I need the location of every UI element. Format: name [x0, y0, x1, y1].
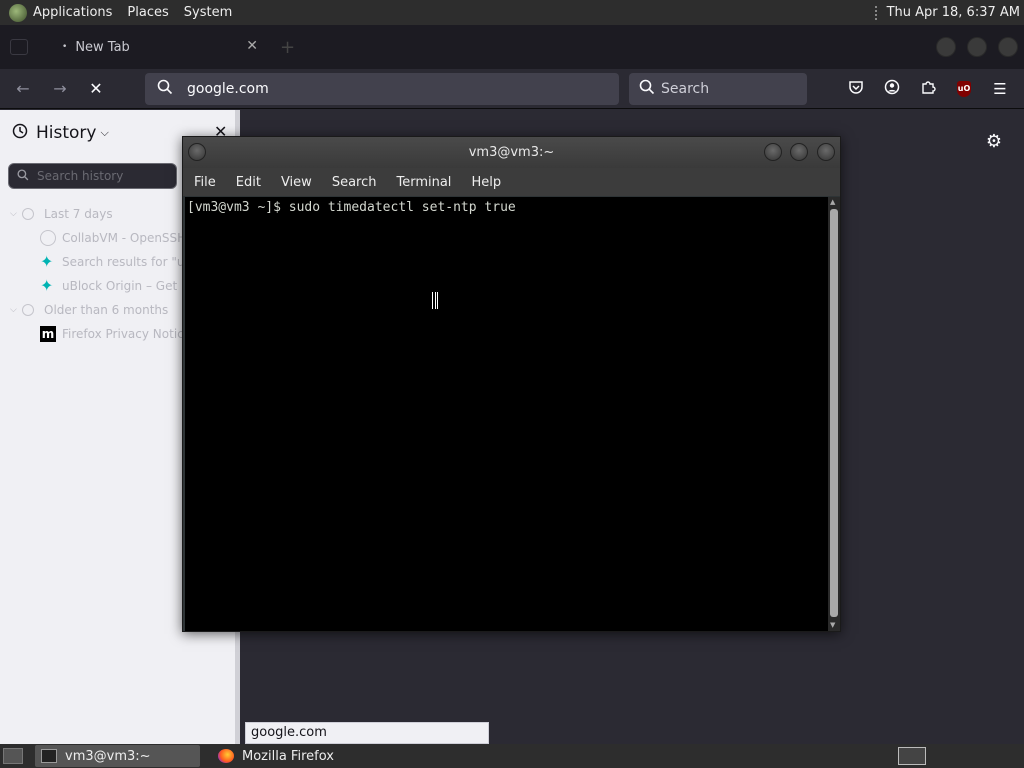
workspace-switcher[interactable]	[898, 747, 926, 765]
history-group-older-than-6-months[interactable]: ⌵ Older than 6 months	[0, 298, 200, 322]
terminal-title: vm3@vm3:~	[468, 145, 555, 160]
scrollbar-thumb[interactable]	[830, 209, 838, 617]
terminal-window: vm3@vm3:~ File Edit View Search Terminal…	[182, 136, 841, 632]
firefox-icon	[218, 749, 234, 763]
firefox-tab-bar: • New Tab ✕ +	[0, 25, 1024, 69]
tab-title: New Tab	[75, 39, 130, 55]
terminal-icon	[41, 749, 57, 763]
hamburger-menu-icon[interactable]: ☰	[990, 79, 1010, 99]
search-icon	[157, 79, 173, 99]
applications-menu[interactable]: Applications	[33, 5, 112, 20]
close-tab-icon[interactable]: ✕	[246, 38, 258, 54]
menu-help[interactable]: Help	[471, 175, 501, 190]
menu-view[interactable]: View	[281, 175, 312, 190]
list-all-tabs-icon[interactable]	[10, 39, 28, 55]
sidebar-title: History	[36, 123, 97, 143]
url-text[interactable]: google.com	[187, 81, 269, 97]
mozilla-m-icon: m	[40, 326, 56, 342]
scroll-up-icon[interactable]: ▲	[830, 198, 835, 206]
taskbar-item-label: vm3@vm3:~	[65, 748, 151, 764]
search-history-placeholder: Search history	[37, 169, 124, 183]
tab-loading-icon: •	[62, 42, 68, 52]
close-window-button[interactable]	[817, 143, 835, 161]
clock-icon	[22, 208, 34, 220]
search-placeholder: Search	[661, 81, 710, 97]
history-item-label: Firefox Privacy Notice	[62, 327, 192, 341]
search-history-input[interactable]: Search history	[8, 163, 177, 189]
pocket-icon[interactable]	[846, 79, 866, 99]
history-item-label: CollabVM - OpenSSH	[62, 231, 187, 245]
search-bar[interactable]: Search	[629, 73, 807, 105]
expander-icon: ⌵	[10, 209, 17, 219]
show-desktop-icon[interactable]	[3, 748, 23, 764]
scroll-down-icon[interactable]: ▼	[830, 621, 835, 629]
panel-separator	[874, 5, 879, 20]
menu-terminal[interactable]: Terminal	[396, 175, 451, 190]
history-list: ⌵ Last 7 days CollabVM - OpenSSH ✦ Searc…	[0, 202, 200, 346]
history-item[interactable]: ✦ Search results for "ui	[0, 250, 200, 274]
minimize-window-button[interactable]	[764, 143, 782, 161]
url-bar[interactable]: google.com	[145, 73, 619, 105]
terminal-output[interactable]: [vm3@vm3 ~]$ sudo timedatectl set-ntp tr…	[185, 197, 828, 631]
history-group-last-7-days[interactable]: ⌵ Last 7 days	[0, 202, 200, 226]
close-window-button[interactable]	[998, 37, 1018, 57]
status-panel-url: google.com	[245, 722, 489, 744]
chevron-down-icon: ⌵	[100, 126, 109, 139]
stop-loading-icon[interactable]: ✕	[85, 78, 107, 100]
firefox-navigation-bar: ← → ✕ google.com Search uO ☰	[0, 69, 1024, 109]
taskbar-item-terminal[interactable]: vm3@vm3:~	[35, 745, 200, 767]
account-icon[interactable]	[882, 79, 902, 99]
forward-arrow-icon[interactable]: →	[49, 78, 71, 100]
maximize-window-button[interactable]	[967, 37, 987, 57]
terminal-scrollbar[interactable]: ▲ ▼	[828, 197, 840, 631]
globe-icon	[40, 230, 56, 246]
minimize-window-button[interactable]	[936, 37, 956, 57]
top-panel: Applications Places System Thu Apr 18, 6…	[0, 0, 1024, 25]
places-menu[interactable]: Places	[127, 5, 168, 20]
gnome-logo-icon[interactable]	[9, 3, 27, 22]
back-arrow-icon[interactable]: ←	[12, 78, 34, 100]
teal-logo-icon: ✦	[40, 276, 54, 295]
gear-icon[interactable]: ⚙	[986, 131, 1002, 152]
history-item[interactable]: ✦ uBlock Origin – Get	[0, 274, 200, 298]
clock-icon	[12, 123, 28, 143]
history-group-label: Older than 6 months	[44, 303, 169, 317]
search-icon	[639, 79, 655, 99]
maximize-window-button[interactable]	[790, 143, 808, 161]
search-icon	[17, 168, 29, 184]
expander-icon: ⌵	[10, 305, 17, 315]
history-group-label: Last 7 days	[44, 207, 113, 221]
terminal-menubar: File Edit View Search Terminal Help	[183, 168, 840, 196]
text-cursor-icon	[432, 292, 438, 309]
terminal-line: [vm3@vm3 ~]$ sudo timedatectl set-ntp tr…	[187, 200, 516, 215]
clock[interactable]: Thu Apr 18, 6:37 AM	[887, 5, 1020, 20]
taskbar-item-firefox[interactable]: Mozilla Firefox	[212, 745, 340, 767]
extensions-puzzle-icon[interactable]	[918, 79, 938, 99]
clock-icon	[22, 304, 34, 316]
teal-logo-icon: ✦	[40, 252, 54, 271]
history-item[interactable]: CollabVM - OpenSSH	[0, 226, 200, 250]
menu-search[interactable]: Search	[332, 175, 377, 190]
ublock-origin-icon[interactable]: uO	[957, 81, 971, 97]
history-item-label: uBlock Origin – Get	[62, 279, 178, 293]
tab-new-tab[interactable]: • New Tab ✕	[44, 29, 266, 65]
history-item[interactable]: m Firefox Privacy Notice	[0, 322, 200, 346]
history-item-label: Search results for "ui	[62, 255, 188, 269]
menu-edit[interactable]: Edit	[236, 175, 261, 190]
taskbar-item-label: Mozilla Firefox	[242, 748, 334, 764]
terminal-titlebar[interactable]: vm3@vm3:~	[183, 137, 840, 168]
window-menu-button[interactable]	[188, 143, 206, 161]
menu-file[interactable]: File	[194, 175, 216, 190]
new-tab-icon[interactable]: +	[280, 37, 295, 58]
system-menu[interactable]: System	[184, 5, 232, 20]
bottom-panel: vm3@vm3:~ Mozilla Firefox	[0, 744, 1024, 768]
